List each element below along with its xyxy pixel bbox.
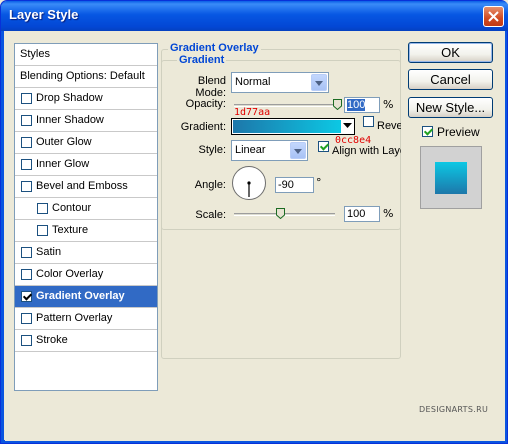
title-bar[interactable]: Layer Style: [1, 1, 508, 31]
gradient-picker[interactable]: [231, 118, 355, 135]
preview-checkbox[interactable]: [422, 126, 433, 137]
gradient-dropdown-icon[interactable]: [343, 123, 352, 129]
preview-swatch: [435, 162, 467, 194]
align-label-clip: Align with Layer: [332, 145, 401, 159]
style-item-label: Inner Glow: [36, 158, 90, 170]
style-item-satin[interactable]: Satin: [15, 242, 157, 264]
style-item-texture[interactable]: Texture: [15, 220, 157, 242]
style-item-inner-glow[interactable]: Inner Glow: [15, 154, 157, 176]
style-checkbox[interactable]: [21, 115, 32, 126]
style-item-gradient-overlay[interactable]: Gradient Overlay: [15, 286, 157, 308]
chevron-down-icon: [311, 74, 327, 91]
opacity-input[interactable]: 100: [344, 97, 380, 113]
scale-label: Scale:: [195, 209, 226, 221]
blend-mode-value: Normal: [235, 76, 271, 88]
scale-slider-thumb[interactable]: [276, 208, 286, 219]
styles-list: Styles Blending Options: Default Drop Sh…: [14, 43, 158, 391]
scale-input[interactable]: 100: [344, 206, 380, 222]
gradient-start-color-annotation: 1d77aa: [234, 107, 271, 118]
chevron-down-icon: [290, 142, 306, 159]
style-item-label: Outer Glow: [36, 136, 92, 148]
ok-button[interactable]: OK: [408, 42, 493, 63]
style-checkbox[interactable]: [21, 181, 32, 192]
layer-style-dialog: Layer Style Styles Blending Options: Def…: [0, 0, 508, 444]
style-checkbox[interactable]: [21, 335, 32, 346]
style-item-stroke[interactable]: Stroke: [15, 330, 157, 352]
reverse-label: Reverse: [377, 120, 401, 132]
style-item-label: Contour: [52, 202, 92, 214]
style-item-contour[interactable]: Contour: [15, 198, 157, 220]
watermark: DESIGNARTS.RU: [419, 405, 489, 414]
reverse-checkbox[interactable]: [363, 116, 374, 127]
style-checkbox[interactable]: [37, 225, 48, 236]
gradient-subgroup-title: Gradient: [177, 54, 227, 66]
style-label: Style:: [198, 144, 226, 156]
blend-mode-select[interactable]: Normal: [231, 72, 329, 93]
style-checkbox[interactable]: [37, 203, 48, 214]
style-item-drop-shadow[interactable]: Drop Shadow: [15, 88, 157, 110]
style-item-label: Inner Shadow: [36, 114, 104, 126]
new-style-button[interactable]: New Style...: [408, 97, 493, 118]
gradient-label: Gradient:: [180, 121, 226, 133]
style-item-label: Stroke: [36, 334, 68, 346]
opacity-slider-thumb[interactable]: [333, 99, 342, 110]
style-item-label: Pattern Overlay: [36, 312, 113, 324]
close-icon: [488, 11, 499, 22]
cancel-button[interactable]: Cancel: [408, 69, 493, 90]
gradient-overlay-title: Gradient Overlay: [168, 42, 261, 54]
opacity-value: 100: [347, 99, 366, 111]
blending-options-item[interactable]: Blending Options: Default: [15, 66, 157, 88]
angle-unit: °: [316, 176, 322, 189]
style-select[interactable]: Linear: [231, 140, 308, 161]
blend-mode-label: Blend Mode:: [195, 75, 226, 99]
style-item-bevel-and-emboss[interactable]: Bevel and Emboss: [15, 176, 157, 198]
opacity-label: Opacity:: [185, 98, 226, 110]
dialog-body: Styles Blending Options: Default Drop Sh…: [5, 31, 505, 441]
style-item-pattern-overlay[interactable]: Pattern Overlay: [15, 308, 157, 330]
gradient-preview-swatch[interactable]: [233, 120, 341, 133]
reverse-label-clip: Reverse: [377, 120, 401, 134]
style-checkbox[interactable]: [21, 269, 32, 280]
style-checkbox[interactable]: [21, 137, 32, 148]
align-with-layer-label: Align with Layer: [332, 145, 401, 157]
angle-dial[interactable]: [231, 165, 267, 201]
close-button[interactable]: [483, 6, 504, 27]
opacity-unit: %: [383, 98, 394, 111]
angle-input[interactable]: -90: [275, 177, 314, 193]
style-item-label: Satin: [36, 246, 62, 258]
styles-header-label: Styles: [20, 48, 50, 60]
style-checkbox[interactable]: [21, 93, 32, 104]
style-item-label: Color Overlay: [36, 268, 104, 280]
style-value: Linear: [235, 144, 266, 156]
align-with-layer-checkbox[interactable]: [318, 141, 329, 152]
preview-label: Preview: [437, 125, 480, 139]
style-item-label: Drop Shadow: [36, 92, 103, 104]
scale-value: 100: [347, 208, 366, 220]
style-checkbox[interactable]: [21, 291, 32, 302]
style-item-label: Bevel and Emboss: [36, 180, 128, 192]
style-item-color-overlay[interactable]: Color Overlay: [15, 264, 157, 286]
styles-header[interactable]: Styles: [15, 44, 157, 66]
style-item-inner-shadow[interactable]: Inner Shadow: [15, 110, 157, 132]
angle-label: Angle:: [194, 179, 226, 191]
style-item-label: Texture: [52, 224, 89, 236]
preview-box: [420, 146, 482, 209]
style-item-label: Gradient Overlay: [36, 290, 125, 302]
scale-unit: %: [383, 207, 394, 220]
style-checkbox[interactable]: [21, 313, 32, 324]
window-title: Layer Style: [9, 7, 79, 22]
style-checkbox[interactable]: [21, 247, 32, 258]
blending-options-label: Blending Options: Default: [20, 70, 145, 82]
style-item-outer-glow[interactable]: Outer Glow: [15, 132, 157, 154]
style-checkbox[interactable]: [21, 159, 32, 170]
angle-value: -90: [278, 179, 294, 191]
